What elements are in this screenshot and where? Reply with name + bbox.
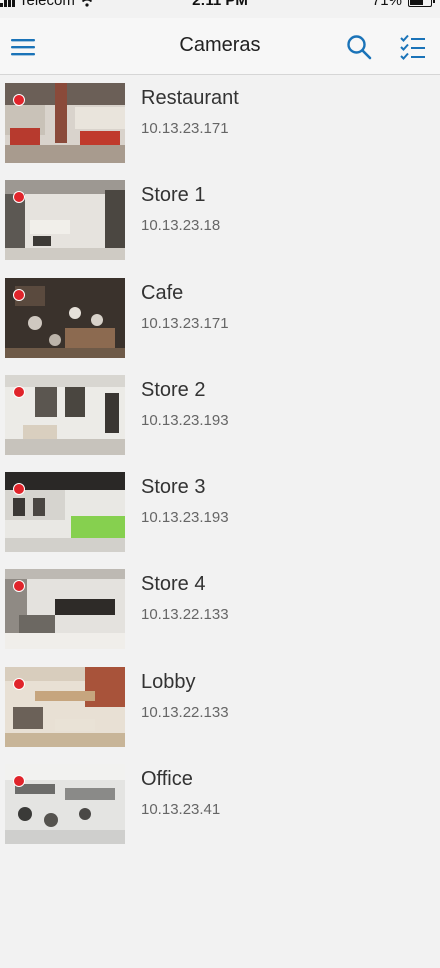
- camera-name: Store 1: [141, 184, 206, 207]
- camera-ip: 10.13.22.133: [141, 606, 229, 624]
- camera-name: Lobby: [141, 670, 196, 693]
- camera-thumbnail: [5, 180, 125, 261]
- camera-name: Store 3: [141, 476, 206, 499]
- camera-list: Restaurant 10.13.23.171 Store 1 10.13.23…: [0, 75, 440, 853]
- camera-thumbnail: [5, 374, 125, 455]
- camera-ip: 10.13.23.41: [141, 801, 221, 819]
- recording-indicator: [13, 775, 25, 788]
- camera-row-store-4[interactable]: Store 4 10.13.22.133: [0, 561, 440, 658]
- camera-thumbnail: [5, 277, 125, 358]
- camera-row-cafe[interactable]: Cafe 10.13.23.171: [0, 270, 440, 367]
- recording-indicator: [13, 385, 25, 398]
- battery-indicator: 71%: [371, 0, 435, 9]
- camera-ip: 10.13.23.193: [141, 509, 229, 527]
- camera-row-store-2[interactable]: Store 2 10.13.23.193: [0, 367, 440, 464]
- battery-icon: [408, 0, 435, 7]
- camera-thumbnail: [5, 666, 125, 747]
- battery-percent: 71%: [371, 0, 402, 9]
- recording-indicator: [13, 94, 25, 106]
- camera-row-store-1[interactable]: Store 1 10.13.23.18: [0, 172, 440, 269]
- camera-ip: 10.13.23.171: [141, 120, 229, 137]
- camera-thumbnail: [5, 472, 125, 553]
- navigation-bar: Cameras: [0, 18, 440, 75]
- camera-ip: 10.13.23.193: [141, 411, 229, 429]
- recording-indicator: [13, 677, 25, 690]
- camera-row-store-3[interactable]: Store 3 10.13.23.193: [0, 464, 440, 561]
- search-icon: [347, 35, 372, 60]
- search-button[interactable]: [342, 30, 376, 64]
- status-bar: Telecom 2:11 PM 71%: [0, 0, 440, 10]
- select-button[interactable]: [396, 30, 430, 64]
- recording-indicator: [13, 288, 25, 301]
- camera-name: Store 4: [141, 573, 206, 596]
- camera-thumbnail: [5, 764, 125, 845]
- camera-row-lobby[interactable]: Lobby 10.13.22.133: [0, 659, 440, 756]
- camera-name: Restaurant: [141, 87, 239, 109]
- camera-ip: 10.13.23.171: [141, 314, 229, 332]
- camera-name: Office: [141, 768, 193, 791]
- camera-name: Cafe: [141, 281, 184, 304]
- camera-row-restaurant[interactable]: Restaurant 10.13.23.171: [0, 75, 440, 172]
- checklist-icon: [400, 34, 425, 60]
- camera-name: Store 2: [141, 378, 206, 401]
- camera-ip: 10.13.22.133: [141, 703, 229, 721]
- camera-row-office[interactable]: Office 10.13.23.41: [0, 756, 440, 853]
- camera-ip: 10.13.23.18: [141, 217, 221, 235]
- camera-thumbnail: [5, 569, 125, 650]
- camera-thumbnail: [5, 83, 125, 163]
